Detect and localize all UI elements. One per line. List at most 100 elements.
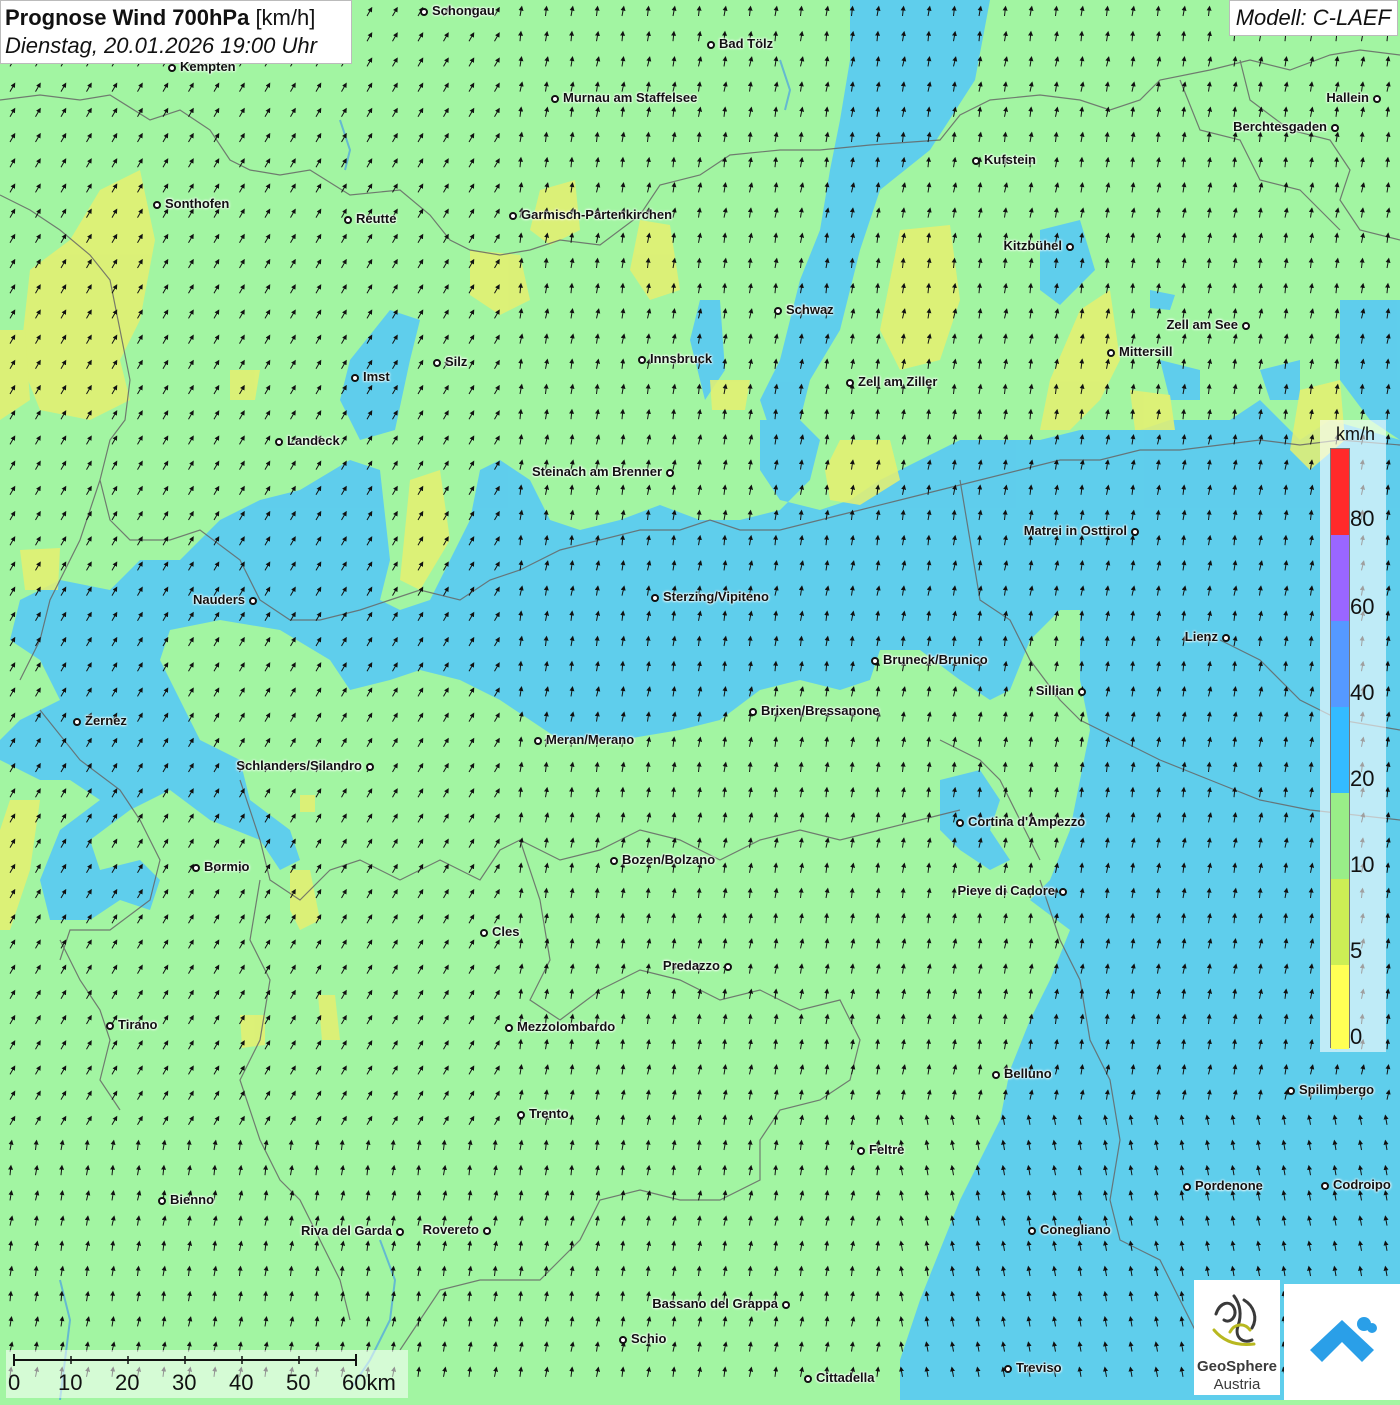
city-label: Riva del Garda [300,1223,392,1238]
city-marker [505,1024,513,1032]
city-label: Sillian [1035,683,1074,698]
model-label: Modell: C-LAEF [1228,0,1398,36]
city-marker [396,1228,404,1236]
city-marker [956,819,964,827]
city-label: Landeck [287,433,340,448]
legend-tick-5: 5 [1350,938,1363,963]
city-label: Pordenone [1195,1178,1263,1193]
city-label: Bormio [204,859,250,874]
scale-label-50: 50 [286,1370,311,1395]
city-label: Meran/Merano [546,732,635,747]
city-label: Hallein [1326,90,1369,105]
forecast-datetime: Dienstag, 20.01.2026 19:00 Uhr [5,33,317,58]
city-marker [168,64,176,72]
city-label: Zernez [85,713,127,728]
legend-swatch-20 [1331,707,1349,793]
legend-tick-80: 80 [1350,506,1375,531]
city-marker [619,1336,627,1344]
scale-label-10: 10 [58,1370,83,1395]
scale-label-30: 30 [172,1370,197,1395]
city-label: Bozen/Bolzano [622,852,716,867]
city-marker [1222,634,1230,642]
scale-label-0: 0 [8,1370,21,1395]
city-marker [1107,349,1115,357]
city-label: Sterzing/Vipiteno [663,589,769,604]
city-marker [846,379,854,387]
city-marker [1004,1365,1012,1373]
city-label: Mezzolombardo [517,1019,616,1034]
legend-tick-10: 10 [1350,852,1375,877]
legend-swatch-60 [1331,535,1349,621]
city-marker [517,1111,525,1119]
city-label: Schongau [432,3,495,18]
legend-tick-0: 0 [1350,1024,1363,1049]
city-label: Nauders [192,592,245,607]
weather-app-logo[interactable] [1284,1284,1400,1400]
geosphere-austria-logo[interactable]: GeoSphere Austria [1194,1280,1280,1395]
legend-tick-20: 20 [1350,766,1375,791]
city-marker [651,594,659,602]
city-marker [1066,243,1074,251]
city-marker [433,359,441,367]
legend-swatch-40 [1331,621,1349,707]
color-legend: km/h 80 60 40 20 10 5 0 [1320,420,1386,1052]
city-label: Belluno [1004,1066,1052,1081]
city-marker [106,1022,114,1030]
city-marker [153,201,161,209]
city-marker [351,374,359,382]
geosphere-logo-line1: GeoSphere [1196,1358,1278,1375]
legend-color-bar [1330,448,1350,1049]
city-marker [344,216,352,224]
scale-label-20: 20 [115,1370,140,1395]
city-marker [1242,322,1250,330]
city-marker [158,1197,166,1205]
city-label: Schwaz [786,302,834,317]
city-marker [480,929,488,937]
city-label: Conegliano [1040,1222,1111,1237]
city-marker [666,469,674,477]
legend-swatch-5 [1331,879,1349,965]
city-marker [857,1147,865,1155]
city-label: Murnau am Staffelsee [563,90,698,105]
city-marker [249,597,257,605]
city-label: Berchtesgaden [1233,119,1327,134]
map-title-main: Prognose Wind 700hPa [5,5,250,30]
city-label: Matrei in Osttirol [1023,523,1127,538]
city-marker [483,1227,491,1235]
city-marker [509,212,517,220]
city-marker [1078,688,1086,696]
city-label: Predazzo [662,958,720,973]
city-marker [420,8,428,16]
city-marker [1183,1183,1191,1191]
city-label: Innsbruck [650,351,713,366]
scale-label-40: 40 [229,1370,254,1395]
city-marker [73,718,81,726]
city-label: Silz [445,354,468,369]
city-marker [1287,1087,1295,1095]
city-marker [992,1071,1000,1079]
city-label: Steinach am Brenner [531,464,662,479]
city-marker [610,857,618,865]
legend-tick-40: 40 [1350,680,1375,705]
city-label: Cles [492,924,520,939]
title-box: Prognose Wind 700hPa [km/h] Dienstag, 20… [0,0,352,64]
map-title-unit: [km/h] [255,5,316,30]
city-marker [972,157,980,165]
city-marker [1028,1227,1036,1235]
city-label: Bad Tölz [719,36,774,51]
city-label: Trento [529,1106,569,1121]
city-label: Zell am Ziller [858,374,938,389]
map-title: Prognose Wind 700hPa [km/h] [5,4,347,32]
legend-unit: km/h [1336,424,1376,444]
city-label: Brixen/Bressanone [761,703,880,718]
city-label: Sonthofen [165,196,230,211]
city-label: Garmisch-Partenkirchen [521,207,673,222]
city-marker [707,41,715,49]
city-marker [1059,888,1067,896]
city-marker [551,95,559,103]
city-label: Mittersill [1119,344,1173,359]
city-marker [724,963,732,971]
legend-swatch-0 [1331,965,1349,1049]
geosphere-logo-icon [1212,1294,1257,1346]
city-marker [638,356,646,364]
